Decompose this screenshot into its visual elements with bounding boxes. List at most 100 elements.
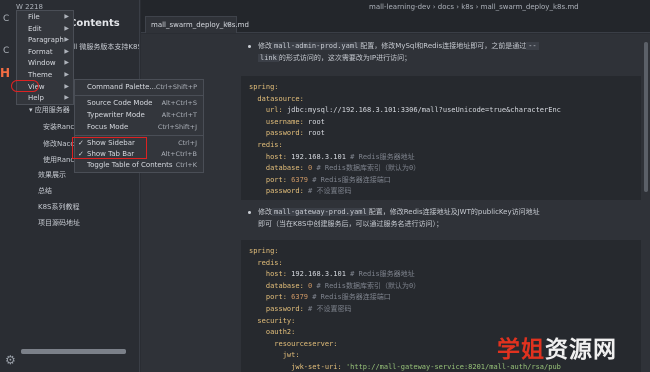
code-token: root <box>308 129 325 138</box>
code-line: port: 6379 # Redis服务器连接端口 <box>249 292 633 304</box>
breadcrumb-item[interactable]: mall-learning-dev <box>369 3 431 11</box>
shortcut: Ctrl+J <box>178 139 197 147</box>
menu-divider <box>75 95 203 96</box>
code-token: port: <box>249 175 292 184</box>
menu-item-toggle-toc[interactable]: Toggle Table of Contents <box>87 161 173 169</box>
outline-item[interactable]: 安装Ranc <box>43 122 74 132</box>
code-token: spring: <box>249 83 279 91</box>
menu-help[interactable]: Help ▶ <box>17 92 73 104</box>
outline-item[interactable]: ▾ 应用服务器 <box>29 105 70 115</box>
code-token: jdbc:mysql://192.168.3.101:3306/mall?use… <box>286 106 561 115</box>
outline-item[interactable]: 项目源码地址 <box>38 218 80 228</box>
menu-theme[interactable]: Theme ▶ <box>17 69 73 81</box>
paragraph: 修改 mall-gateway-prod.yaml 配置，修改Redis连接地址及J… <box>258 208 540 216</box>
code-token: redis: <box>249 140 283 149</box>
code-token: # Redis服务器地址 <box>350 152 415 161</box>
outline-item[interactable]: 效果展示 <box>38 170 66 180</box>
code-line: redis: <box>249 258 633 270</box>
shortcut: Ctrl+Shift+J <box>157 123 197 131</box>
code-token: # 不设置密码 <box>308 304 352 313</box>
outline-item-heading[interactable]: all 微服务版本支持K8S部 <box>69 42 139 52</box>
inline-code: mall-admin-prod.yaml <box>272 42 361 50</box>
code-token: oauth2: <box>249 328 296 337</box>
typora-window: W 2218 C C H Contents all 微服务版本支持K8S部 ▾ … <box>0 0 650 372</box>
menu-file[interactable]: File ▶ <box>17 11 73 23</box>
breadcrumb-item[interactable]: k8s <box>461 3 473 11</box>
code-line: port: 6379 # Redis服务器连接端口 <box>249 175 633 187</box>
code-token: resourceserver: <box>249 339 338 348</box>
menu-edit[interactable]: Edit ▶ <box>17 23 73 35</box>
code-line: database: 0 # Redis数据库索引（默认为0） <box>249 281 633 293</box>
code-line: spring: <box>249 246 633 258</box>
menu-format[interactable]: Format ▶ <box>17 46 73 58</box>
gear-icon[interactable]: ⚙ <box>5 354 17 366</box>
code-token: url: <box>249 106 287 115</box>
vertical-scrollbar[interactable] <box>644 42 648 192</box>
code-line: username: root <box>249 117 633 129</box>
outline-title: Contents <box>69 18 120 29</box>
code-token: database: <box>249 281 309 290</box>
code-token: root <box>308 117 325 126</box>
chevron-right-icon: ▶ <box>64 82 69 90</box>
code-line: password: root <box>249 128 633 140</box>
paragraph: 修改 mall-admin-prod.yaml 配置，修改MySql和Redis连接… <box>258 42 539 50</box>
code-token: host: <box>249 270 292 279</box>
chevron-right-icon: ▶ <box>64 59 69 67</box>
highlight-circle <box>11 80 39 92</box>
breadcrumb-item[interactable]: docs <box>438 3 454 11</box>
menu-window[interactable]: Window ▶ <box>17 57 73 69</box>
menu-divider <box>75 135 203 136</box>
menu-item-command-palette[interactable]: Command Palette... <box>87 83 156 91</box>
outline-item[interactable]: K8S系列教程 <box>38 202 80 212</box>
code-token: # Redis服务器连接端口 <box>312 293 391 302</box>
code-token: database: <box>249 164 309 173</box>
sidebar-letter: C <box>3 46 10 56</box>
bullet <box>248 45 251 48</box>
tab-bar: mall-learning-dev › docs › k8s › mall_sw… <box>141 0 650 33</box>
menu-item-source-code-mode[interactable]: Source Code Mode <box>87 99 153 107</box>
chevron-right-icon: ▶ <box>64 24 69 32</box>
code-token: password: <box>249 304 309 313</box>
shortcut: Alt+Ctrl+B <box>161 150 197 158</box>
bullet <box>248 211 251 214</box>
active-outline-marker: H <box>0 66 11 80</box>
code-line: datasource: <box>249 94 633 106</box>
code-line: password: # 不设置密码 <box>249 304 633 316</box>
code-token: datasource: <box>249 94 304 103</box>
paragraph-line: 即可（当在K8S中创建服务后，可以通过服务名进行访问）； <box>258 220 443 228</box>
code-token: # 不设置密码 <box>308 187 352 196</box>
inline-code: link <box>258 54 279 62</box>
code-line: host: 192.168.3.101 # Redis服务器地址 <box>249 269 633 281</box>
chevron-right-icon: ▶ <box>64 13 69 20</box>
code-token: 6379 <box>291 175 313 184</box>
code-token: # Redis服务器连接端口 <box>312 175 391 184</box>
tab-label: mall_swarm_deploy_k8s.md <box>151 21 249 29</box>
sidebar-letter: C <box>3 14 10 24</box>
outline-item[interactable]: 修改Nacc <box>43 139 74 149</box>
code-token: username: <box>249 117 309 126</box>
menu-item-typewriter-mode[interactable]: Typewriter Mode <box>87 111 145 119</box>
inline-code: -- <box>526 42 539 50</box>
code-token: 'http://mall-gateway-service:8201/mall-a… <box>345 362 561 371</box>
editor-content[interactable]: 修改 mall-admin-prod.yaml 配置，修改MySql和Redis连接… <box>141 34 650 372</box>
menu-item-focus-mode[interactable]: Focus Mode <box>87 123 128 131</box>
code-line: spring: <box>249 82 633 94</box>
code-token: # Redis服务器地址 <box>350 270 415 279</box>
inline-code: mall-gateway-prod.yaml <box>272 208 369 216</box>
code-block[interactable]: spring: datasource: url: jdbc:mysql://19… <box>241 76 641 200</box>
outline-item[interactable]: 使用Ranc <box>43 155 74 165</box>
tab-document[interactable]: mall_swarm_deploy_k8s.md × <box>145 16 249 33</box>
code-line: password: # 不设置密码 <box>249 186 633 198</box>
outline-item[interactable]: 总结 <box>38 186 52 196</box>
sidebar-horizontal-scrollbar[interactable] <box>21 349 126 354</box>
code-token: # Redis数据库索引（默认为0） <box>316 164 421 173</box>
menu-paragraph[interactable]: Paragraph ▶ <box>17 34 73 46</box>
code-token: redis: <box>249 258 283 267</box>
code-token: spring: <box>249 247 279 255</box>
breadcrumb: mall-learning-dev › docs › k8s › mall_sw… <box>369 3 579 11</box>
code-line: host: 192.168.3.101 # Redis服务器地址 <box>249 152 633 164</box>
chevron-right-icon: ▶ <box>64 94 69 102</box>
breadcrumb-item[interactable]: mall_swarm_deploy_k8s.md <box>481 3 579 11</box>
code-line: redis: <box>249 140 633 152</box>
close-icon[interactable]: × <box>225 20 231 28</box>
